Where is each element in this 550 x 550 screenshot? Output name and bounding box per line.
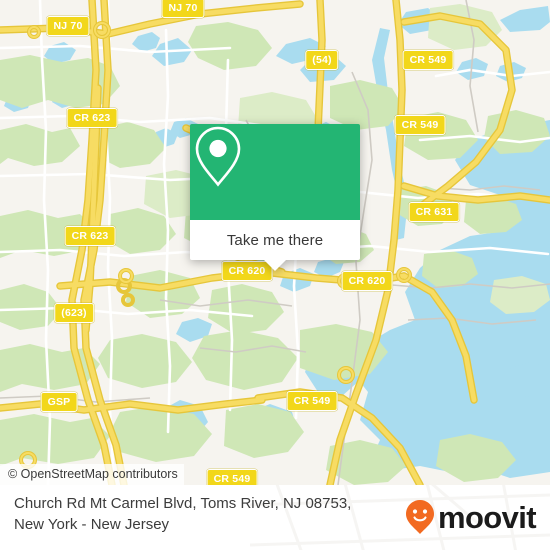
road-shield: CR 623 (66, 108, 118, 128)
road-shield: NJ 70 (46, 16, 90, 36)
road-shield: CR 620 (341, 271, 393, 291)
road-shield: CR 623 (64, 226, 116, 246)
road-shield: CR 631 (408, 202, 460, 222)
take-me-there-label: Take me there (226, 231, 324, 249)
map-canvas[interactable]: NJ 70 NJ 70 (54) CR 549 CR 623 CR 549 CR 623 CR… (0, 0, 550, 485)
location-address: Church Rd Mt Carmel Blvd, Toms River, NJ… (14, 493, 414, 535)
address-line-2: New York - New Jersey (14, 516, 170, 533)
road-shield: (54) (305, 50, 339, 70)
moovit-map-screenshot: NJ 70 NJ 70 (54) CR 549 CR 623 CR 549 CR 623 CR… (0, 0, 550, 550)
location-pin-icon (195, 126, 241, 187)
road-shield: (623) (54, 303, 94, 323)
popup-tail (264, 260, 286, 271)
footer-bar: Church Rd Mt Carmel Blvd, Toms River, NJ… (0, 485, 550, 550)
moovit-brand[interactable]: moovit (405, 499, 537, 535)
road-shield: CR 549 (402, 50, 454, 70)
address-line-1: Church Rd Mt Carmel Blvd, Toms River, NJ… (14, 495, 352, 512)
road-shield: CR 549 (394, 115, 446, 135)
popup-icon-panel (190, 124, 360, 220)
moovit-wordmark: moovit (437, 499, 537, 535)
map-attribution[interactable]: © OpenStreetMap contributors (0, 464, 184, 485)
road-shield: GSP (40, 392, 78, 412)
road-shield: NJ 70 (161, 0, 205, 18)
road-shield: CR 549 (286, 391, 338, 411)
moovit-smiley-pin-icon (405, 500, 434, 534)
road-shield: CR 549 (206, 469, 258, 485)
location-popup-card[interactable]: Take me there (190, 124, 360, 271)
popup-cta-panel[interactable]: Take me there (190, 220, 360, 271)
